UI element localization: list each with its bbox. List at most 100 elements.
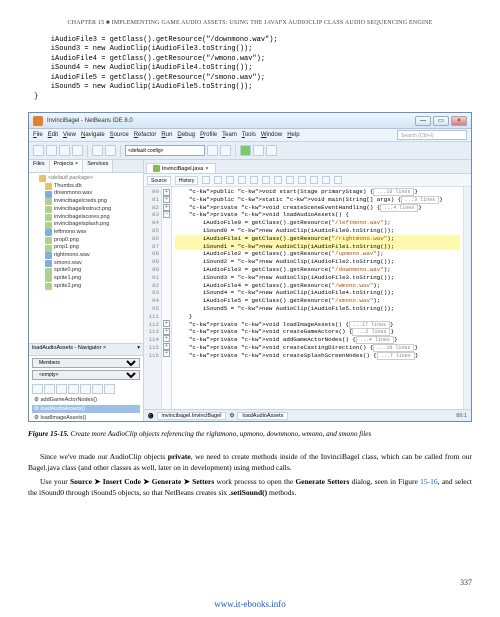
code-line[interactable]: "c-kw">private "c-kw">void loadAudioAsse… bbox=[175, 211, 460, 219]
fold-gutter[interactable]: +++−+++++ bbox=[162, 187, 172, 409]
tree-item[interactable]: invincibagelsplash.png bbox=[31, 221, 141, 229]
tree-item[interactable]: prop0.png bbox=[31, 237, 141, 245]
toolbar-icon[interactable] bbox=[298, 176, 306, 184]
redo-icon[interactable] bbox=[105, 145, 116, 156]
filter-icon[interactable] bbox=[80, 384, 91, 394]
code-line[interactable]: "c-kw">private "c-kw">void createCasting… bbox=[175, 344, 460, 352]
menu-tools[interactable]: Tools bbox=[242, 132, 256, 138]
filter-icon[interactable] bbox=[32, 384, 43, 394]
tab-projects[interactable]: Projects × bbox=[50, 160, 84, 172]
fold-collapsed-icon[interactable]: + bbox=[163, 328, 170, 335]
toolbar-icon[interactable] bbox=[238, 176, 246, 184]
tree-item[interactable]: downmono.wav bbox=[31, 190, 141, 198]
code-line[interactable]: "c-kw">public "c-kw">void start(Stage pr… bbox=[175, 188, 460, 196]
overview-ruler[interactable] bbox=[463, 187, 471, 409]
tab-services[interactable]: Services bbox=[83, 160, 113, 172]
code-line[interactable]: iAudioFile2 = getClass().getResource("/u… bbox=[175, 250, 460, 258]
toolbar-icon[interactable] bbox=[250, 176, 258, 184]
code-line[interactable]: iSound1 = "c-kw">new AudioClip(iAudioFil… bbox=[175, 243, 460, 251]
footer-link[interactable]: www.it-ebooks.info bbox=[0, 599, 500, 609]
new-file-icon[interactable] bbox=[33, 145, 44, 156]
open-icon[interactable] bbox=[59, 145, 70, 156]
code-line[interactable]: iAudioFile5 = getClass().getResource("/s… bbox=[175, 297, 460, 305]
search-input[interactable]: Search (Ctrl+I) bbox=[397, 130, 467, 140]
members-dropdown[interactable]: Members bbox=[32, 358, 140, 368]
menu-window[interactable]: Window bbox=[261, 132, 282, 138]
new-project-icon[interactable] bbox=[46, 145, 57, 156]
tree-item[interactable]: invincibagelinstruct.png bbox=[31, 206, 141, 214]
empty-dropdown[interactable]: <empty> bbox=[32, 370, 140, 380]
menu-navigate[interactable]: Navigate bbox=[81, 132, 105, 138]
code-lines[interactable]: "c-kw">public "c-kw">void start(Stage pr… bbox=[172, 187, 463, 409]
run-icon[interactable] bbox=[240, 145, 251, 156]
project-tree[interactable]: <default package> Thumbs.dbdownmono.wavi… bbox=[29, 173, 143, 343]
toolbar-icon[interactable] bbox=[262, 176, 270, 184]
toolbar-icon[interactable] bbox=[310, 176, 318, 184]
tree-item[interactable]: sprite0.png bbox=[31, 267, 141, 275]
code-line[interactable]: iAudioFile4 = getClass().getResource("/w… bbox=[175, 282, 460, 290]
code-line[interactable]: iAudioFile3 = getClass().getResource("/d… bbox=[175, 266, 460, 274]
filter-icon[interactable] bbox=[92, 384, 103, 394]
code-line[interactable]: iSound2 = "c-kw">new AudioClip(iAudioFil… bbox=[175, 258, 460, 266]
code-line[interactable]: iSound3 = "c-kw">new AudioClip(iAudioFil… bbox=[175, 274, 460, 282]
toolbar-icon[interactable] bbox=[274, 176, 282, 184]
debug-icon[interactable] bbox=[253, 145, 264, 156]
tree-item[interactable]: rightmono.wav bbox=[31, 252, 141, 260]
history-button[interactable]: History bbox=[175, 176, 199, 185]
toolbar-icon[interactable] bbox=[286, 176, 294, 184]
tab-files[interactable]: Files bbox=[29, 160, 50, 172]
navigator-method[interactable]: ⚙ loadAudioAssets() bbox=[32, 405, 140, 413]
code-line[interactable]: iSound5 = "c-kw">new AudioClip(iAudioFil… bbox=[175, 305, 460, 313]
fold-collapsed-icon[interactable]: + bbox=[163, 189, 170, 196]
code-line[interactable]: "c-kw">private "c-kw">void createSceneEv… bbox=[175, 204, 460, 212]
fold-collapsed-icon[interactable]: + bbox=[163, 350, 170, 357]
toolbar-icon[interactable] bbox=[214, 176, 222, 184]
code-line[interactable]: iAudioFile1 = getClass().getResource("/r… bbox=[175, 235, 460, 243]
code-line[interactable]: iAudioFile0 = getClass().getResource("/l… bbox=[175, 219, 460, 227]
minimize-button[interactable]: — bbox=[415, 116, 431, 126]
profile-icon[interactable] bbox=[266, 145, 277, 156]
source-button[interactable]: Source bbox=[147, 176, 171, 185]
navigator-method[interactable]: ⚙ addGameActorNodes() bbox=[32, 396, 140, 404]
filter-icon[interactable] bbox=[56, 384, 67, 394]
toolbar-icon[interactable] bbox=[322, 176, 330, 184]
code-line[interactable]: iSound4 = "c-kw">new AudioClip(iAudioFil… bbox=[175, 289, 460, 297]
menu-view[interactable]: View bbox=[63, 132, 76, 138]
tree-item[interactable]: invincibagelcreds.png bbox=[31, 198, 141, 206]
tree-item[interactable]: sprite2.png bbox=[31, 283, 141, 291]
filter-icon[interactable] bbox=[104, 384, 115, 394]
fold-collapsed-icon[interactable]: + bbox=[163, 320, 170, 327]
tree-package[interactable]: <default package> bbox=[31, 175, 141, 183]
tree-item[interactable]: leftmono.wav bbox=[31, 229, 141, 237]
build-icon[interactable] bbox=[207, 145, 218, 156]
clean-build-icon[interactable] bbox=[220, 145, 231, 156]
tree-item[interactable]: invincibagelscores.png bbox=[31, 214, 141, 222]
breadcrumb-class[interactable]: invincibagel.InvinciBagel bbox=[157, 412, 227, 420]
menu-refactor[interactable]: Refactor bbox=[134, 132, 157, 138]
menu-file[interactable]: File bbox=[33, 132, 43, 138]
code-line[interactable]: iSound0 = "c-kw">new AudioClip(iAudioFil… bbox=[175, 227, 460, 235]
toolbar-icon[interactable] bbox=[226, 176, 234, 184]
config-dropdown[interactable]: <default config> bbox=[125, 145, 205, 156]
code-line[interactable]: "c-kw">private "c-kw">void loadImageAsse… bbox=[175, 321, 460, 329]
code-line[interactable]: } bbox=[175, 313, 460, 321]
menu-help[interactable]: Help bbox=[287, 132, 299, 138]
navigator-method[interactable]: ⚙ loadImageAssets() bbox=[32, 414, 140, 422]
menu-debug[interactable]: Debug bbox=[177, 132, 195, 138]
panel-menu-icon[interactable]: ▾ bbox=[137, 345, 140, 354]
fold-collapsed-icon[interactable]: + bbox=[163, 196, 170, 203]
menu-items[interactable]: File Edit View Navigate Source Refactor … bbox=[33, 132, 300, 138]
menu-source[interactable]: Source bbox=[110, 132, 129, 138]
fold-collapsed-icon[interactable]: + bbox=[163, 204, 170, 211]
menu-profile[interactable]: Profile bbox=[200, 132, 217, 138]
tree-item[interactable]: smono.wav bbox=[31, 260, 141, 268]
editor-tab[interactable]: InvinciBagel.java × bbox=[146, 163, 216, 173]
maximize-button[interactable]: ▭ bbox=[433, 116, 449, 126]
menu-edit[interactable]: Edit bbox=[48, 132, 58, 138]
menu-run[interactable]: Run bbox=[161, 132, 172, 138]
undo-icon[interactable] bbox=[92, 145, 103, 156]
fold-collapsed-icon[interactable]: + bbox=[163, 335, 170, 342]
code-line[interactable]: "c-kw">private "c-kw">void createSplashS… bbox=[175, 352, 460, 360]
close-tab-icon[interactable]: × bbox=[205, 166, 208, 172]
filter-icon[interactable] bbox=[44, 384, 55, 394]
